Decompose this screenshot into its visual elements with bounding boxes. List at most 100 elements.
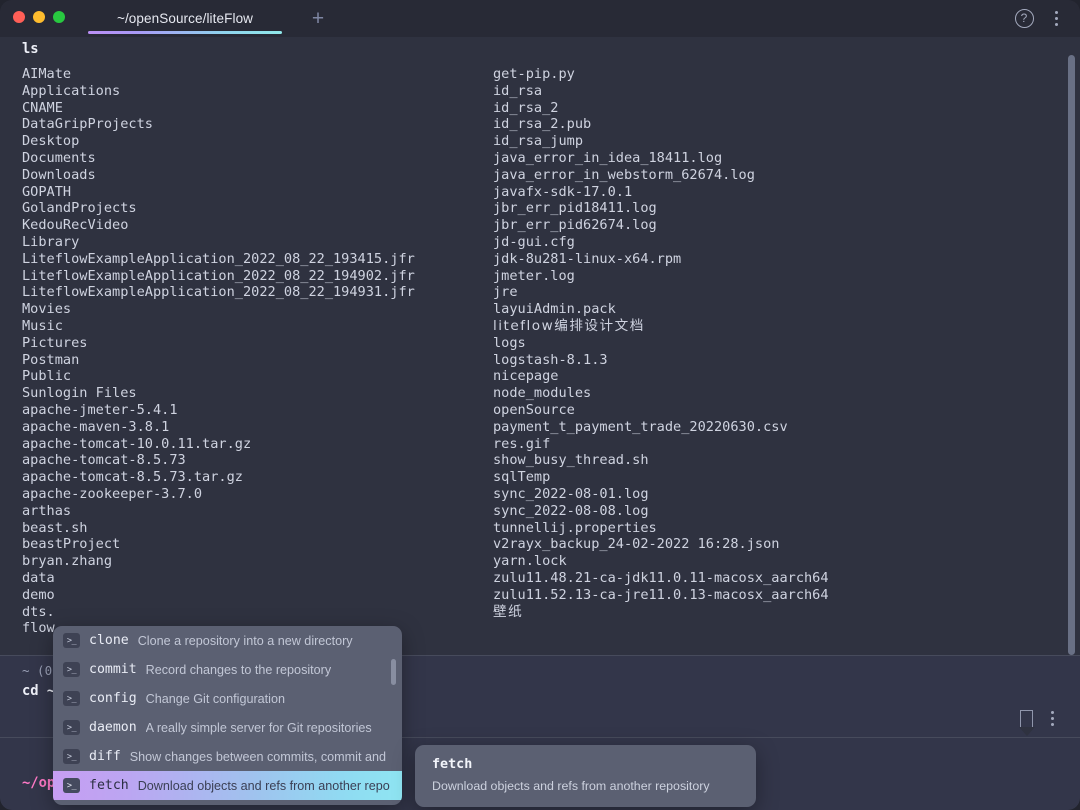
- ls-entry: DataGripProjects: [22, 116, 415, 133]
- ls-entry: tunnellij.properties: [493, 520, 829, 537]
- ls-entry: java_error_in_idea_18411.log: [493, 150, 829, 167]
- ls-entry: yarn.lock: [493, 553, 829, 570]
- autocomplete-item-name: fetch: [89, 778, 129, 793]
- tab-title: ~/openSource/liteFlow: [117, 11, 253, 26]
- ls-output-right-column: get-pip.pyid_rsaid_rsa_2id_rsa_2.pubid_r…: [493, 66, 829, 620]
- ls-entry: sync_2022-08-08.log: [493, 503, 829, 520]
- ls-entry: node_modules: [493, 385, 829, 402]
- autocomplete-item-name: clone: [89, 633, 129, 648]
- ls-entry: Pictures: [22, 335, 415, 352]
- ls-entry: logs: [493, 335, 829, 352]
- ls-entry: jmeter.log: [493, 268, 829, 285]
- ls-entry: AIMate: [22, 66, 415, 83]
- terminal-window: ~/openSource/liteFlow + ? ls AIMateAppli…: [0, 0, 1080, 810]
- close-window-button[interactable]: [13, 11, 25, 23]
- kebab-menu-icon: [1055, 11, 1058, 26]
- help-icon: ?: [1015, 9, 1034, 28]
- autocomplete-item-description: Record changes to the repository: [146, 663, 332, 677]
- terminal-prompt-icon: >_: [63, 720, 80, 735]
- autocomplete-item-diff[interactable]: >_diffShow changes between commits, comm…: [53, 742, 402, 771]
- ls-entry: sync_2022-08-01.log: [493, 486, 829, 503]
- ls-entry: bryan.zhang: [22, 553, 415, 570]
- bookmark-icon[interactable]: [1020, 710, 1033, 727]
- tab-liteflow[interactable]: ~/openSource/liteFlow: [78, 0, 292, 37]
- ls-entry: id_rsa: [493, 83, 829, 100]
- ls-entry: v2rayx_backup_24-02-2022 16:28.json: [493, 536, 829, 553]
- maximize-window-button[interactable]: [53, 11, 65, 23]
- minimize-window-button[interactable]: [33, 11, 45, 23]
- tab-strip: ~/openSource/liteFlow +: [78, 0, 331, 37]
- ls-entry: 壁纸: [493, 604, 829, 621]
- ls-entry: layuiAdmin.pack: [493, 301, 829, 318]
- ls-entry: res.gif: [493, 436, 829, 453]
- ls-entry: Sunlogin Files: [22, 385, 415, 402]
- ls-entry: apache-tomcat-8.5.73.tar.gz: [22, 469, 415, 486]
- ls-entry: zulu11.48.21-ca-jdk11.0.11-macosx_aarch6…: [493, 570, 829, 587]
- ls-entry: jbr_err_pid62674.log: [493, 217, 829, 234]
- ls-entry: sqlTemp: [493, 469, 829, 486]
- ls-entry: apache-zookeeper-3.7.0: [22, 486, 415, 503]
- autocomplete-popup[interactable]: >_ clone Clone a repository into a new dir…: [53, 626, 402, 805]
- ls-output-left-column: AIMateApplicationsCNAMEDataGripProjectsD…: [22, 66, 415, 637]
- terminal-scrollback: ls AIMateApplicationsCNAMEDataGripProjec…: [0, 37, 1080, 655]
- autocomplete-item-name: commit: [89, 662, 137, 677]
- ls-entry: GolandProjects: [22, 200, 415, 217]
- autocomplete-item-description: Clone a repository into a new directory: [138, 634, 353, 648]
- autocomplete-scrollbar[interactable]: [391, 659, 396, 685]
- ls-entry: apache-tomcat-8.5.73: [22, 452, 415, 469]
- ls-entry: demo: [22, 587, 415, 604]
- tab-active-indicator: [88, 31, 282, 34]
- ls-entry: get-pip.py: [493, 66, 829, 83]
- ls-entry: Desktop: [22, 133, 415, 150]
- ls-entry: jre: [493, 284, 829, 301]
- terminal-prompt-icon: >_: [63, 778, 80, 793]
- ls-entry: jd-gui.cfg: [493, 234, 829, 251]
- autocomplete-item-commit[interactable]: >_ commit Record changes to the repository: [53, 655, 402, 684]
- block-kebab-menu-icon[interactable]: [1051, 711, 1054, 726]
- autocomplete-detail-tooltip: fetch Download objects and refs from ano…: [415, 745, 756, 807]
- block-command-line: cd ~: [22, 683, 55, 699]
- autocomplete-item-daemon[interactable]: >_daemonA really simple server for Git r…: [53, 713, 402, 742]
- ls-entry: payment_t_payment_trade_20220630.csv: [493, 419, 829, 436]
- terminal-body[interactable]: ls AIMateApplicationsCNAMEDataGripProjec…: [0, 37, 1080, 810]
- ls-entry: CNAME: [22, 100, 415, 117]
- autocomplete-item-description: Show changes between commits, commit and: [130, 750, 386, 764]
- ls-entry: apache-tomcat-10.0.11.tar.gz: [22, 436, 415, 453]
- autocomplete-item-clone[interactable]: >_ clone Clone a repository into a new dir…: [53, 626, 402, 655]
- ls-entry: GOPATH: [22, 184, 415, 201]
- ls-entry: Documents: [22, 150, 415, 167]
- window-menu-button[interactable]: [1042, 5, 1070, 33]
- ls-entry: javafx-sdk-17.0.1: [493, 184, 829, 201]
- ls-entry: arthas: [22, 503, 415, 520]
- ls-entry: zulu11.52.13-ca-jre11.0.13-macosx_aarch6…: [493, 587, 829, 604]
- terminal-prompt-icon: >_: [63, 691, 80, 706]
- terminal-prompt-icon: >_: [63, 633, 80, 648]
- prompt-path: ~/op: [22, 775, 55, 791]
- autocomplete-item-name: daemon: [89, 720, 137, 735]
- ls-entry: apache-jmeter-5.4.1: [22, 402, 415, 419]
- tooltip-description: Download objects and refs from another r…: [432, 779, 739, 793]
- autocomplete-item-description: Download objects and refs from another r…: [138, 779, 390, 793]
- ls-entry: logstash-8.1.3: [493, 352, 829, 369]
- ls-entry: dts.: [22, 604, 415, 621]
- ls-entry: liteflow编排设计文档: [493, 318, 829, 335]
- terminal-prompt-icon: >_: [63, 662, 80, 677]
- terminal-scrollbar[interactable]: [1068, 55, 1075, 655]
- ls-entry: LiteflowExampleApplication_2022_08_22_19…: [22, 284, 415, 301]
- ls-entry: Movies: [22, 301, 415, 318]
- ls-entry: Music: [22, 318, 415, 335]
- ls-entry: KedouRecVideo: [22, 217, 415, 234]
- autocomplete-item-fetch[interactable]: >_ fetch Download objects and refs from an…: [53, 771, 402, 800]
- ls-entry: Downloads: [22, 167, 415, 184]
- executed-command-ls: ls: [22, 41, 39, 58]
- ls-entry: apache-maven-3.8.1: [22, 419, 415, 436]
- titlebar-actions: ?: [1010, 0, 1070, 37]
- autocomplete-item-name: diff: [89, 749, 121, 764]
- help-button[interactable]: ?: [1010, 5, 1038, 33]
- ls-entry: show_busy_thread.sh: [493, 452, 829, 469]
- new-tab-button[interactable]: +: [305, 6, 331, 32]
- ls-entry: jdk-8u281-linux-x64.rpm: [493, 251, 829, 268]
- ls-entry: data: [22, 570, 415, 587]
- autocomplete-item-config[interactable]: >_configChange Git configuration: [53, 684, 402, 713]
- ls-entry: Library: [22, 234, 415, 251]
